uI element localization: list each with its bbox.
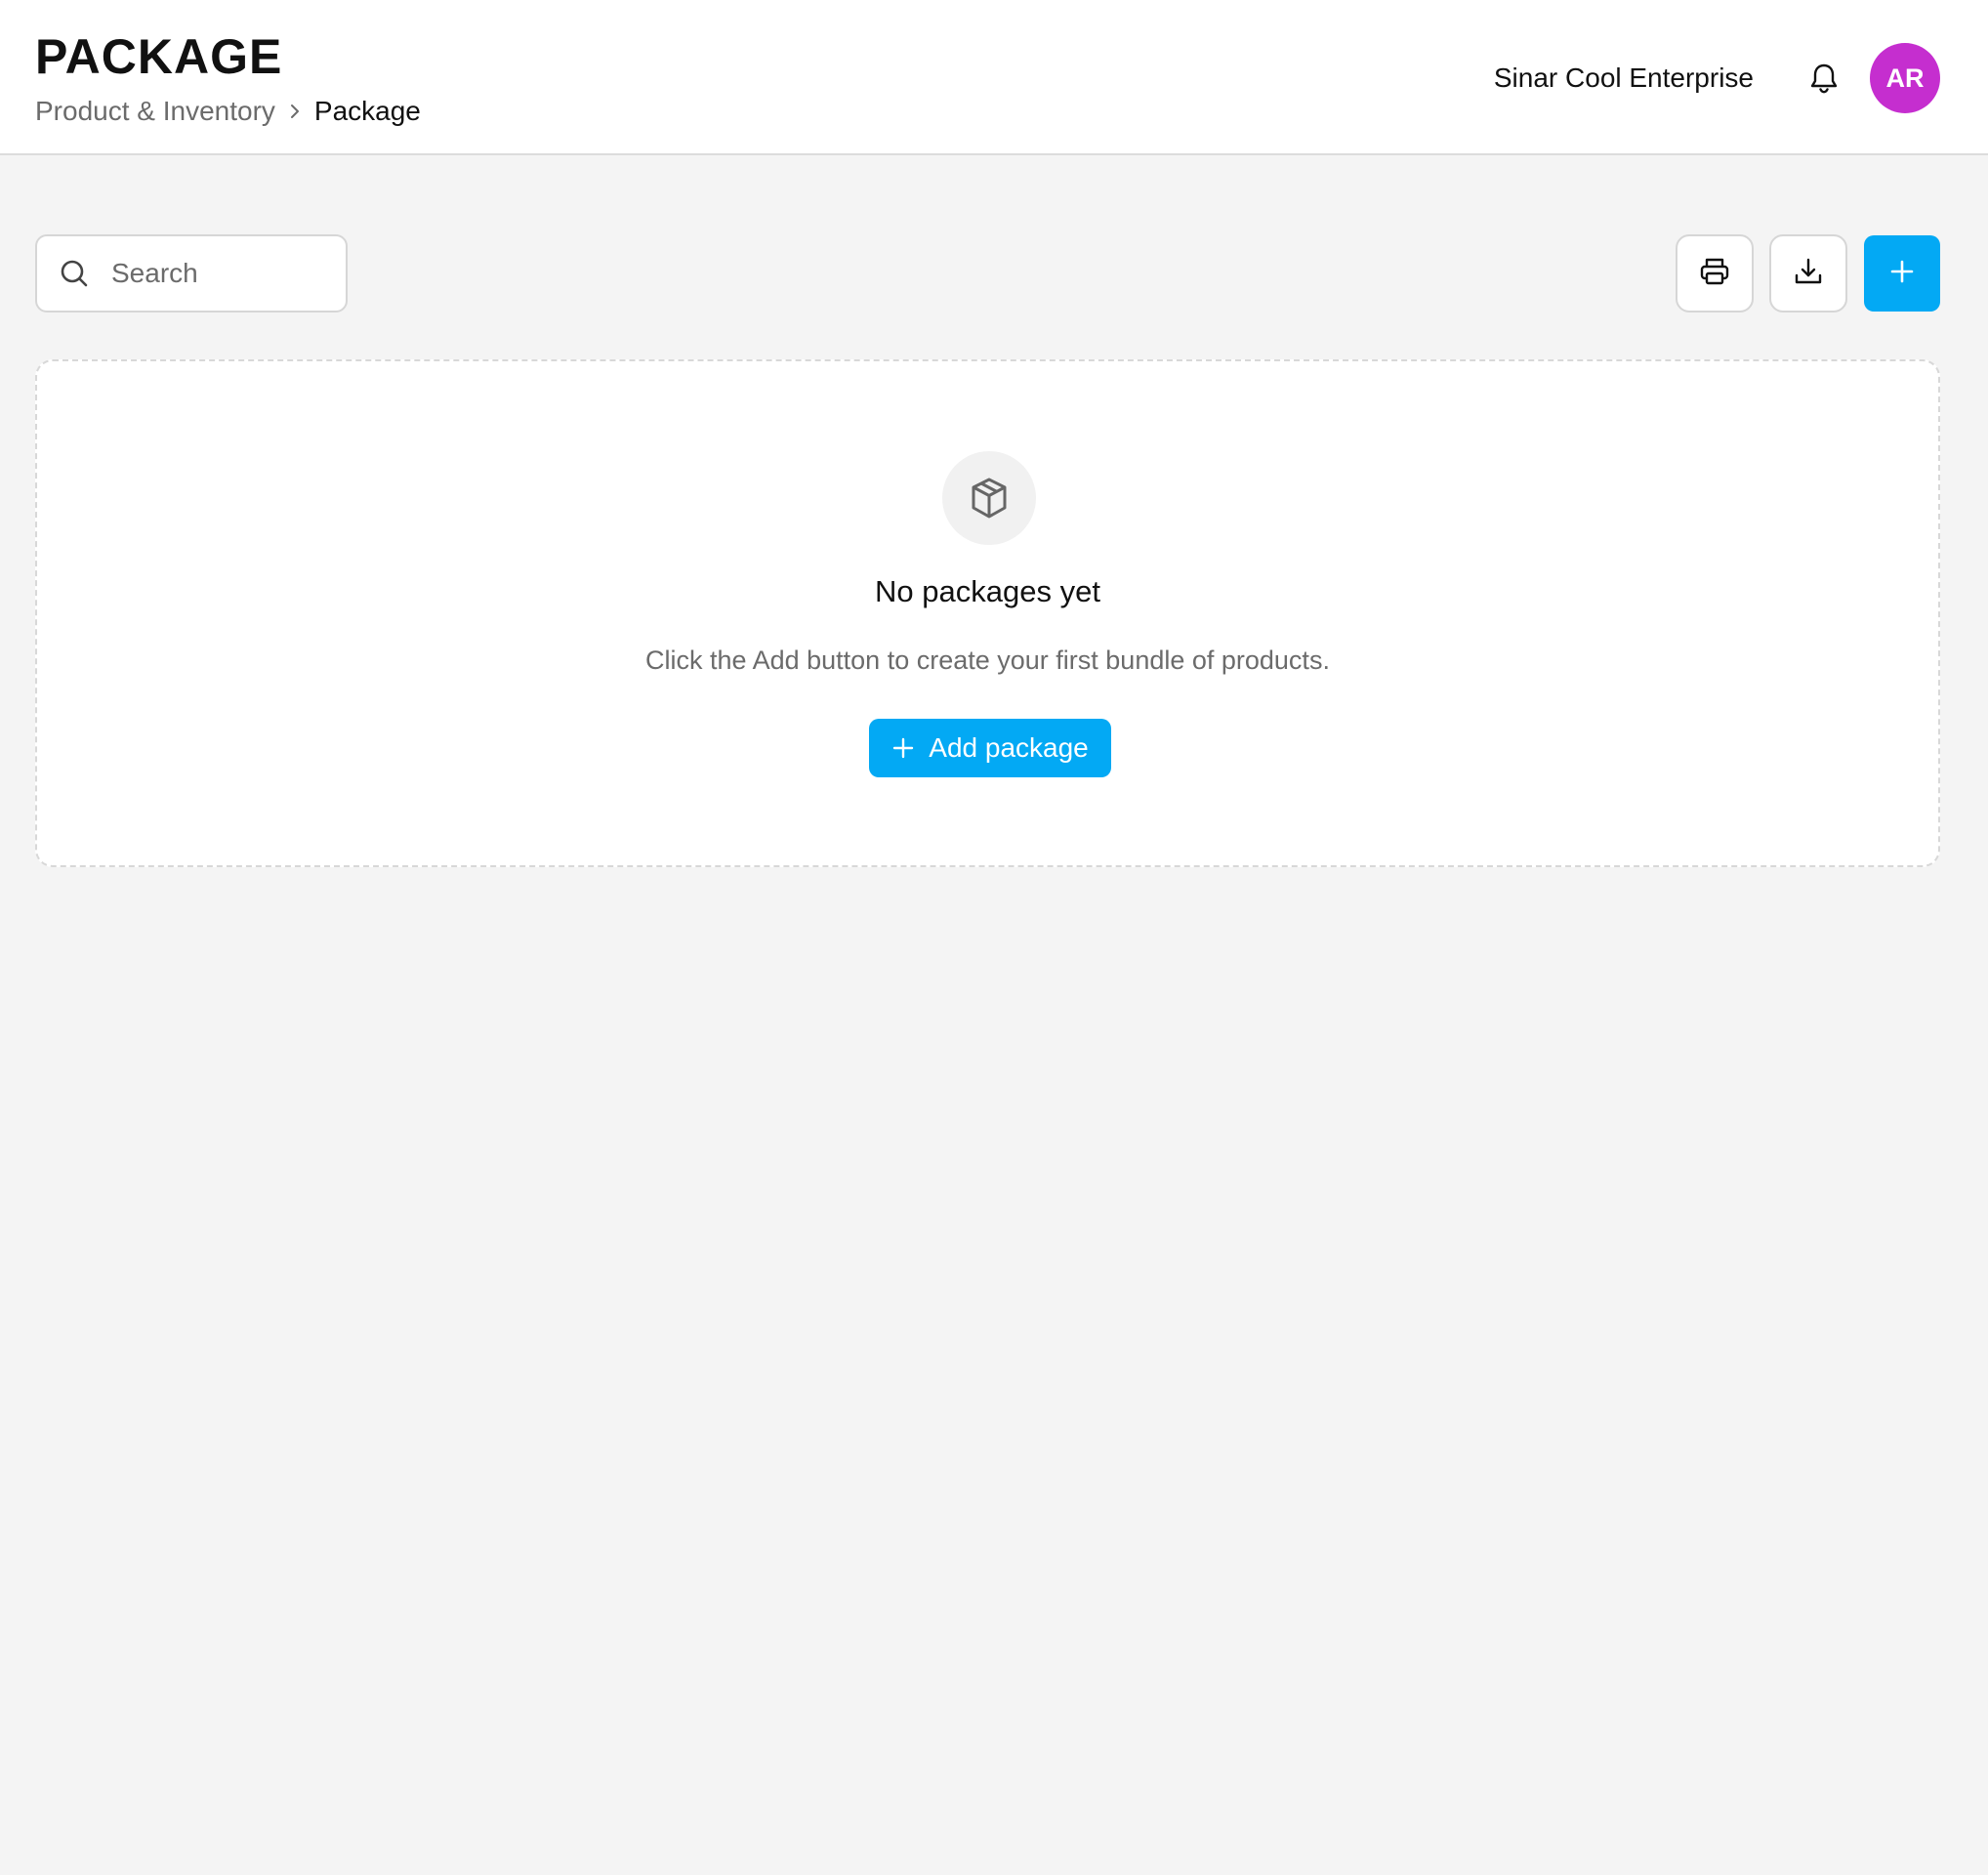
package-icon bbox=[942, 451, 1036, 545]
search-input[interactable] bbox=[109, 257, 324, 290]
search-icon bbox=[57, 256, 92, 291]
breadcrumb-current: Package bbox=[313, 96, 421, 126]
chevron-right-icon bbox=[275, 102, 314, 121]
empty-state-title: No packages yet bbox=[875, 574, 1100, 608]
avatar[interactable]: AR bbox=[1870, 43, 1940, 113]
plus-icon bbox=[1888, 258, 1916, 290]
page-title: PACKAGE bbox=[35, 29, 283, 84]
add-package-label: Add package bbox=[929, 732, 1089, 763]
print-button[interactable] bbox=[1676, 234, 1754, 312]
add-package-button[interactable]: Add package bbox=[869, 719, 1111, 777]
breadcrumb-parent-link[interactable]: Product & Inventory bbox=[35, 94, 275, 129]
plus-icon bbox=[891, 736, 915, 760]
download-icon bbox=[1792, 255, 1825, 293]
search-box[interactable] bbox=[35, 234, 348, 312]
empty-state-description: Click the Add button to create your firs… bbox=[645, 646, 1330, 675]
add-button[interactable] bbox=[1864, 235, 1940, 312]
bell-icon[interactable] bbox=[1804, 59, 1843, 98]
page-header: PACKAGE Product & Inventory Package Sina… bbox=[0, 0, 1988, 155]
company-name[interactable]: Sinar Cool Enterprise bbox=[1494, 61, 1754, 96]
printer-icon bbox=[1698, 255, 1731, 293]
download-button[interactable] bbox=[1769, 234, 1847, 312]
empty-state-card: No packages yet Click the Add button to … bbox=[35, 359, 1940, 867]
breadcrumb: Product & Inventory Package bbox=[35, 94, 421, 129]
